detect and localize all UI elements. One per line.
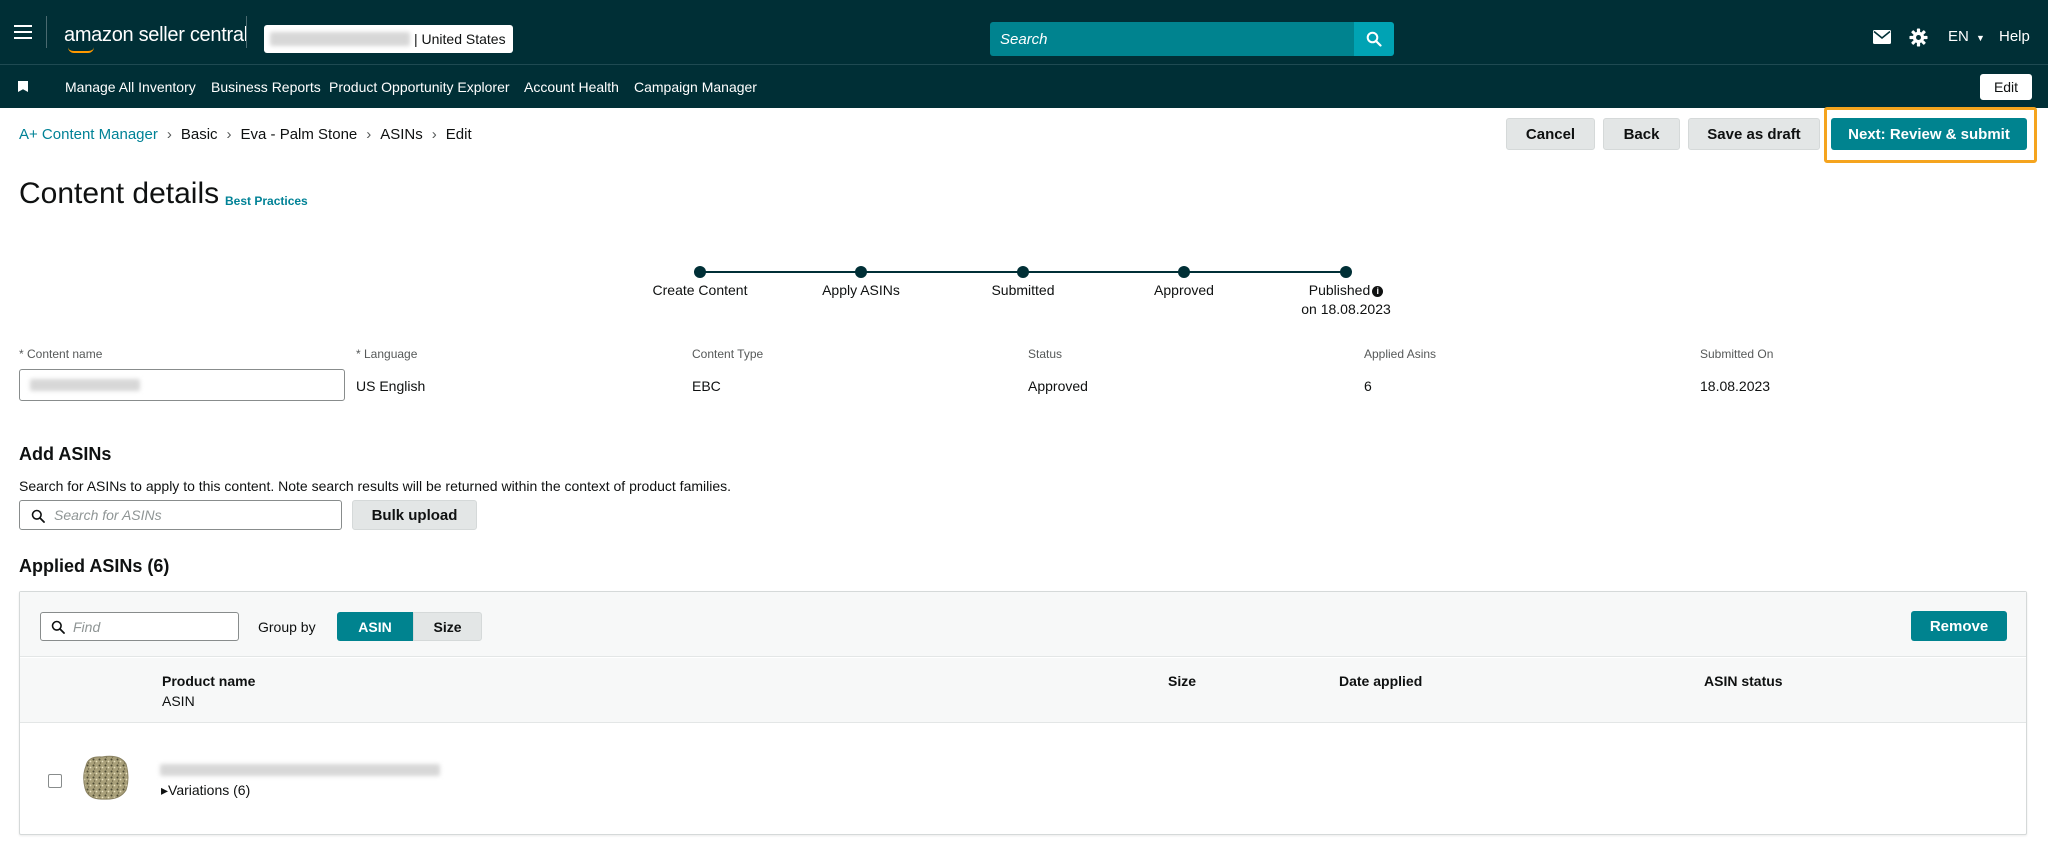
page-title: Content details: [19, 177, 220, 210]
language-field-label: * Language: [356, 347, 418, 361]
chevron-right-icon: ›: [166, 126, 172, 143]
group-by-asin-toggle[interactable]: ASIN: [337, 612, 413, 641]
bookmark-icon[interactable]: [18, 81, 28, 92]
logo[interactable]: amazon seller central: [64, 24, 248, 47]
content-type-value: EBC: [692, 378, 721, 394]
global-search-input[interactable]: Search: [990, 22, 1354, 56]
divider: [246, 16, 247, 48]
find-input[interactable]: Find: [40, 612, 239, 641]
step-dot: [1017, 266, 1029, 278]
remove-button[interactable]: Remove: [1911, 611, 2007, 641]
group-by-size-toggle[interactable]: Size: [413, 612, 482, 641]
step-dot: [1340, 266, 1352, 278]
search-button[interactable]: [1354, 22, 1394, 56]
table-toolbar: Find Group by ASIN Size Remove: [20, 592, 2026, 657]
column-asin-status[interactable]: ASIN status: [1704, 673, 1783, 689]
nav-item-business-reports[interactable]: Business Reports: [211, 79, 321, 95]
breadcrumb-edit: Edit: [445, 126, 472, 143]
chevron-right-icon: ›: [431, 126, 437, 143]
step-published: Published i: [1266, 282, 1426, 298]
top-bar: amazon seller central | United States Se…: [0, 0, 2048, 64]
find-placeholder: Find: [73, 618, 101, 635]
applied-asins-value: 6: [1364, 378, 1372, 394]
next-review-submit-button[interactable]: Next: Review & submit: [1831, 118, 2027, 150]
column-date-applied[interactable]: Date applied: [1339, 673, 1422, 689]
store-region: | United States: [414, 31, 506, 47]
step-dot: [1178, 266, 1190, 278]
step-create-content: Create Content: [652, 282, 748, 298]
step-dot: [694, 266, 706, 278]
variations-toggle[interactable]: ▸Variations (6): [161, 782, 250, 799]
table-row: [20, 724, 2026, 835]
column-asin: ASIN: [162, 693, 195, 709]
asin-search-placeholder: Search for ASINs: [54, 507, 162, 523]
row-checkbox[interactable]: [48, 774, 62, 788]
step-submitted: Submitted: [991, 282, 1055, 298]
search-icon: [1366, 31, 1382, 47]
language-value: US English: [356, 378, 426, 394]
nav-item-product-opportunity[interactable]: Product Opportunity Explorer: [329, 79, 510, 95]
applied-asins-table: Find Group by ASIN Size Remove Product n…: [19, 591, 2027, 835]
store-selector[interactable]: | United States: [264, 25, 513, 53]
divider: [46, 16, 47, 48]
product-name-redacted: [160, 764, 440, 776]
help-link[interactable]: Help: [1999, 28, 2030, 45]
nav-item-account-health[interactable]: Account Health: [524, 79, 619, 95]
column-size[interactable]: Size: [1168, 673, 1196, 689]
content-type-label: Content Type: [692, 347, 764, 361]
language-selector[interactable]: EN ▼: [1948, 28, 1985, 45]
product-thumbnail[interactable]: [80, 752, 132, 804]
breadcrumb-aplus-manager[interactable]: A+ Content Manager: [19, 126, 158, 143]
best-practices-link[interactable]: Best Practices: [225, 194, 308, 208]
applied-asins-label: Applied Asins: [1364, 347, 1437, 361]
status-label: Status: [1028, 347, 1063, 361]
chevron-right-icon: ›: [226, 126, 232, 143]
mail-icon[interactable]: [1873, 30, 1891, 48]
submitted-on-value: 18.08.2023: [1700, 378, 1771, 394]
logo-smile-icon: [68, 47, 94, 53]
asin-search-input[interactable]: Search for ASINs: [19, 500, 342, 530]
content-name-input[interactable]: [19, 369, 345, 401]
breadcrumb-asins[interactable]: ASINs: [380, 126, 423, 143]
bulk-upload-button[interactable]: Bulk upload: [352, 500, 477, 530]
nav-item-campaign-manager[interactable]: Campaign Manager: [634, 79, 757, 95]
store-name-redacted: [270, 32, 410, 46]
search-icon: [31, 509, 45, 523]
content-name-label: * Content name: [19, 347, 103, 361]
back-button[interactable]: Back: [1603, 118, 1680, 150]
breadcrumb-content-name[interactable]: Eva - Palm Stone: [241, 126, 358, 143]
add-asins-description: Search for ASINs to apply to this conten…: [19, 478, 732, 494]
content-name-redacted: [30, 379, 140, 391]
hamburger-menu-icon[interactable]: [14, 25, 32, 39]
secondary-nav: Manage All Inventory Business Reports Pr…: [0, 64, 2048, 108]
published-date: on 18.08.2023: [1301, 301, 1391, 317]
column-product-name[interactable]: Product name: [162, 673, 255, 689]
breadcrumb: A+ Content Manager › Basic › Eva - Palm Ston…: [19, 126, 472, 143]
caret-down-icon: ▼: [1976, 33, 1985, 43]
group-by-label: Group by: [258, 619, 316, 635]
step-approved: Approved: [1154, 282, 1214, 298]
settings-gear-icon[interactable]: [1909, 28, 1928, 51]
step-published-label: Published: [1308, 282, 1371, 298]
nav-item-manage-inventory[interactable]: Manage All Inventory: [65, 79, 196, 95]
chevron-right-icon: ›: [366, 126, 372, 143]
status-value: Approved: [1028, 378, 1088, 394]
language-label: EN: [1948, 28, 1969, 45]
search-icon: [51, 620, 65, 634]
cancel-button[interactable]: Cancel: [1506, 118, 1595, 150]
step-dot: [855, 266, 867, 278]
info-icon[interactable]: i: [1372, 285, 1384, 297]
step-apply-asins: Apply ASINs: [822, 282, 900, 298]
breadcrumb-basic[interactable]: Basic: [181, 126, 218, 143]
submitted-on-label: Submitted On: [1700, 347, 1774, 361]
table-header: Product name ASIN Size Date applied ASIN…: [20, 658, 2026, 723]
save-draft-button[interactable]: Save as draft: [1688, 118, 1820, 150]
add-asins-title: Add ASINs: [19, 444, 112, 464]
edit-nav-button[interactable]: Edit: [1980, 74, 2032, 100]
applied-asins-title: Applied ASINs (6): [19, 556, 170, 576]
